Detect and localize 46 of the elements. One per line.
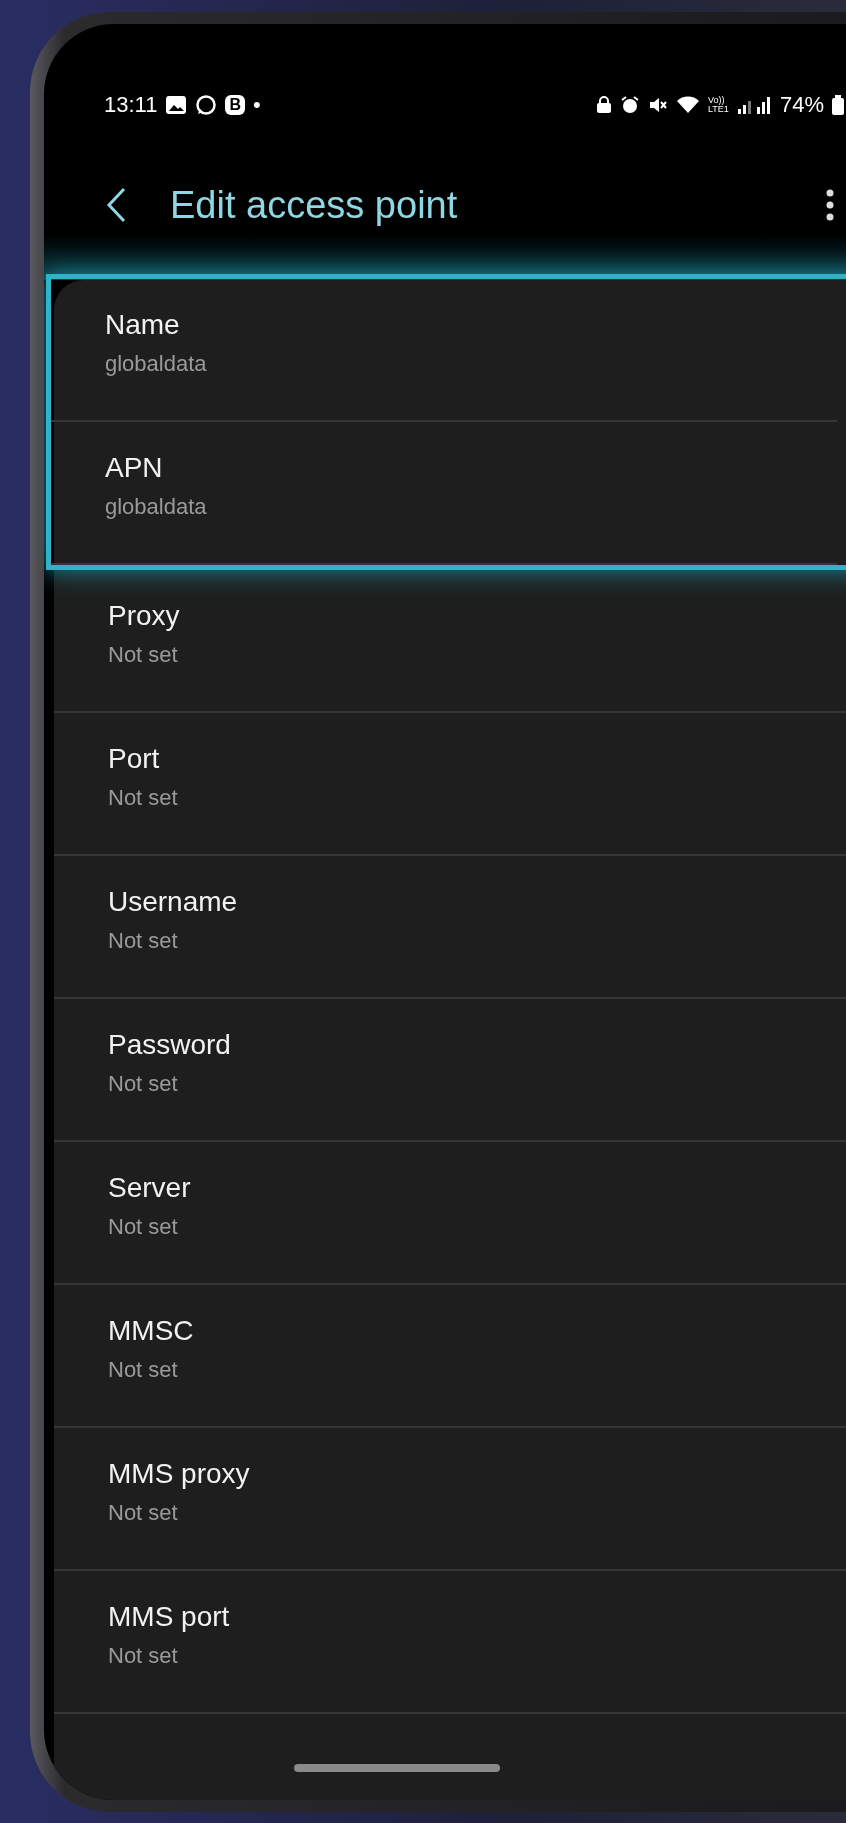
more-options-icon: [826, 188, 834, 222]
setting-label[interactable]: MMSC: [108, 1315, 194, 1347]
notification-dot: •: [253, 92, 261, 118]
setting-label[interactable]: Port: [108, 743, 160, 775]
setting-label[interactable]: Username: [108, 886, 238, 918]
setting-row[interactable]: Server Not set: [54, 1142, 846, 1285]
setting-label[interactable]: Name: [105, 309, 180, 341]
setting-label[interactable]: Proxy: [108, 600, 180, 632]
setting-row[interactable]: APN globaldata: [51, 422, 837, 565]
setting-label[interactable]: APN: [105, 452, 163, 484]
setting-value: Not set: [108, 1643, 178, 1669]
chat-bubble-icon: [195, 94, 218, 116]
setting-value: Not set: [108, 928, 178, 954]
setting-label[interactable]: MMS proxy: [108, 1458, 250, 1490]
setting-value: Not set: [108, 1214, 178, 1240]
setting-value: Not set: [108, 785, 178, 811]
wifi-icon: [675, 95, 700, 115]
image-icon: [165, 95, 188, 115]
clock-time: 13:11: [104, 92, 158, 118]
setting-value: Not set: [108, 642, 178, 668]
setting-row[interactable]: MMS port Not set: [54, 1571, 846, 1714]
back-chevron-icon: [104, 186, 128, 224]
setting-row[interactable]: Proxy Not set: [54, 570, 846, 713]
volte-label: Vo)) LTE1: [707, 96, 730, 114]
battery-icon: [832, 95, 844, 115]
signal-icon: [737, 95, 772, 115]
battery-percent: 74%: [779, 92, 824, 118]
setting-row[interactable]: Username Not set: [54, 856, 846, 999]
setting-row[interactable]: MMSC Not set: [54, 1285, 846, 1428]
alarm-icon: [619, 95, 640, 115]
setting-value: globaldata: [105, 494, 207, 520]
setting-label[interactable]: Password: [108, 1029, 231, 1061]
setting-row[interactable]: Name globaldata: [51, 279, 837, 422]
setting-value: Not set: [108, 1071, 178, 1097]
mute-icon: [647, 95, 668, 115]
setting-value: globaldata: [105, 351, 207, 377]
setting-label[interactable]: Server: [108, 1172, 191, 1204]
setting-value: Not set: [108, 1357, 178, 1383]
lock-icon: [595, 96, 612, 114]
setting-value: Not set: [108, 1500, 178, 1526]
setting-row[interactable]: MMS proxy Not set: [54, 1428, 846, 1571]
setting-label[interactable]: MMS port: [108, 1601, 230, 1633]
setting-row[interactable]: Port Not set: [54, 713, 846, 856]
screen-title: Edit access point: [170, 183, 459, 227]
app-badge: B: [225, 95, 245, 115]
setting-row[interactable]: Password Not set: [54, 999, 846, 1142]
